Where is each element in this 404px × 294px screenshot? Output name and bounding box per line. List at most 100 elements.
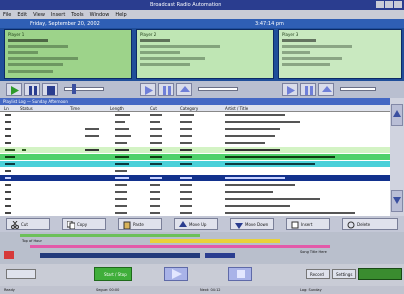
table-row[interactable] — [0, 182, 390, 188]
column-header[interactable]: Cut — [150, 106, 157, 111]
column-header[interactable]: Length — [110, 106, 124, 111]
scroll-up-button[interactable] — [391, 104, 403, 126]
insert-button[interactable]: Insert — [286, 218, 330, 230]
settings-button[interactable]: Settings — [332, 269, 356, 279]
playlist-columns: Ln Status Time Length Cut Category Artis… — [0, 105, 390, 112]
table-row[interactable] — [0, 168, 390, 174]
eject-button-2[interactable] — [176, 83, 192, 96]
play-button-1[interactable] — [6, 83, 22, 96]
start-stop-label: Start / Stop — [104, 272, 127, 277]
start-stop-button[interactable]: Start / Stop — [94, 267, 132, 281]
record-button[interactable]: Record — [306, 269, 330, 279]
eject-button-3[interactable] — [318, 83, 334, 96]
log-timeline: Top of Hour Song Title Here — [0, 232, 404, 264]
player-deck-1[interactable]: Player 1 — [4, 29, 132, 79]
timeline-right-label: Song Title Here — [300, 250, 327, 254]
deck-info-line — [140, 57, 205, 60]
timeline-segment-label: Top of Hour — [22, 239, 42, 243]
menu-window[interactable]: Window — [90, 12, 110, 18]
timeline-segment[interactable] — [30, 245, 330, 248]
app-window: Broadcast Radio Automation File Edit Vie… — [0, 0, 404, 294]
play-button-2[interactable] — [140, 83, 156, 96]
arrow-up-icon — [179, 221, 187, 227]
position-slider-1[interactable] — [64, 87, 104, 91]
pause-button-3[interactable] — [300, 83, 316, 96]
status-field: Segue: 00:00 — [96, 288, 120, 292]
column-header[interactable]: Ln — [4, 106, 9, 111]
minimize-icon[interactable] — [376, 1, 384, 8]
column-header[interactable]: Artist / Title — [225, 106, 248, 111]
play-icon — [287, 86, 295, 95]
scroll-down-button[interactable] — [391, 190, 403, 212]
table-row[interactable] — [0, 140, 390, 146]
table-row[interactable] — [0, 147, 390, 153]
timeline-segment[interactable] — [40, 253, 200, 258]
mode-button[interactable] — [6, 269, 36, 279]
players-header: Friday, September 20, 2002 3:47:14 pm — [0, 19, 404, 28]
delete-button[interactable]: Delete — [342, 218, 398, 230]
table-row[interactable] — [0, 119, 390, 125]
deck-info-line — [282, 51, 310, 54]
slider-thumb[interactable] — [72, 84, 76, 94]
maximize-icon[interactable] — [385, 1, 393, 8]
menu-file[interactable]: File — [3, 12, 11, 18]
insert-icon — [291, 221, 299, 229]
copy-button[interactable]: Copy — [62, 218, 106, 230]
cut-button[interactable]: Cut — [6, 218, 50, 230]
table-row[interactable] — [0, 133, 390, 139]
deck-info-line — [8, 57, 78, 60]
deck-info-line — [140, 51, 180, 54]
table-row[interactable] — [0, 161, 390, 167]
playlist-scrollbar[interactable] — [390, 98, 404, 216]
deck-info-line — [8, 70, 53, 73]
status-field: Log: Sunday — [300, 288, 322, 292]
menu-bar: File Edit View Insert Tools Window Help — [0, 10, 404, 19]
table-row[interactable] — [0, 189, 390, 195]
close-icon[interactable] — [394, 1, 402, 8]
action-toolbar: Cut Copy Paste Move Up Move Down Insert … — [0, 216, 404, 232]
timeline-segment[interactable] — [150, 239, 280, 243]
deck-info-line — [8, 63, 63, 66]
column-header[interactable]: Time — [70, 106, 80, 111]
play-button-3[interactable] — [282, 83, 298, 96]
position-slider-3[interactable] — [340, 87, 376, 91]
move-down-label: Move Down — [245, 222, 269, 227]
player-deck-3[interactable]: Player 3 — [278, 29, 402, 79]
table-row[interactable] — [0, 203, 390, 209]
move-up-button[interactable]: Move Up — [174, 218, 218, 230]
pause-button-1[interactable] — [24, 83, 40, 96]
table-row[interactable] — [0, 196, 390, 202]
deck-info-line — [282, 63, 330, 66]
playlist-title: Playlist Log — Sunday Afternoon — [3, 99, 68, 104]
position-slider-2[interactable] — [198, 87, 238, 91]
move-down-button[interactable]: Move Down — [230, 218, 274, 230]
table-row[interactable] — [0, 112, 390, 118]
paste-button[interactable]: Paste — [118, 218, 162, 230]
menu-tools[interactable]: Tools — [71, 12, 83, 18]
record-indicator[interactable] — [4, 251, 14, 259]
stop-button-1[interactable] — [42, 83, 58, 96]
menu-edit[interactable]: Edit — [17, 12, 27, 18]
menu-view[interactable]: View — [33, 12, 45, 18]
column-header[interactable]: Status — [20, 106, 33, 111]
status-bar: Ready Segue: 00:00 Next: 04:12 Log: Sund… — [0, 286, 404, 294]
table-row[interactable] — [0, 175, 390, 181]
menu-help[interactable]: Help — [115, 12, 126, 18]
delete-icon — [347, 221, 355, 229]
menu-insert[interactable]: Insert — [51, 12, 65, 18]
table-row[interactable] — [0, 126, 390, 132]
stop-all-button[interactable] — [228, 267, 252, 281]
pause-button-2[interactable] — [158, 83, 174, 96]
cut-label: Cut — [21, 222, 28, 227]
deck-label: Player 2 — [140, 32, 157, 37]
player-deck-2[interactable]: Player 2 — [136, 29, 274, 79]
paste-label: Paste — [133, 222, 144, 227]
timeline-segment[interactable] — [20, 234, 200, 237]
next-button[interactable] — [164, 267, 188, 281]
window-controls — [376, 1, 402, 8]
column-header[interactable]: Category — [180, 106, 198, 111]
deck-info-line — [140, 63, 190, 66]
table-row[interactable] — [0, 154, 390, 160]
window-title: Broadcast Radio Automation — [150, 2, 222, 8]
timeline-segment[interactable] — [205, 253, 235, 258]
